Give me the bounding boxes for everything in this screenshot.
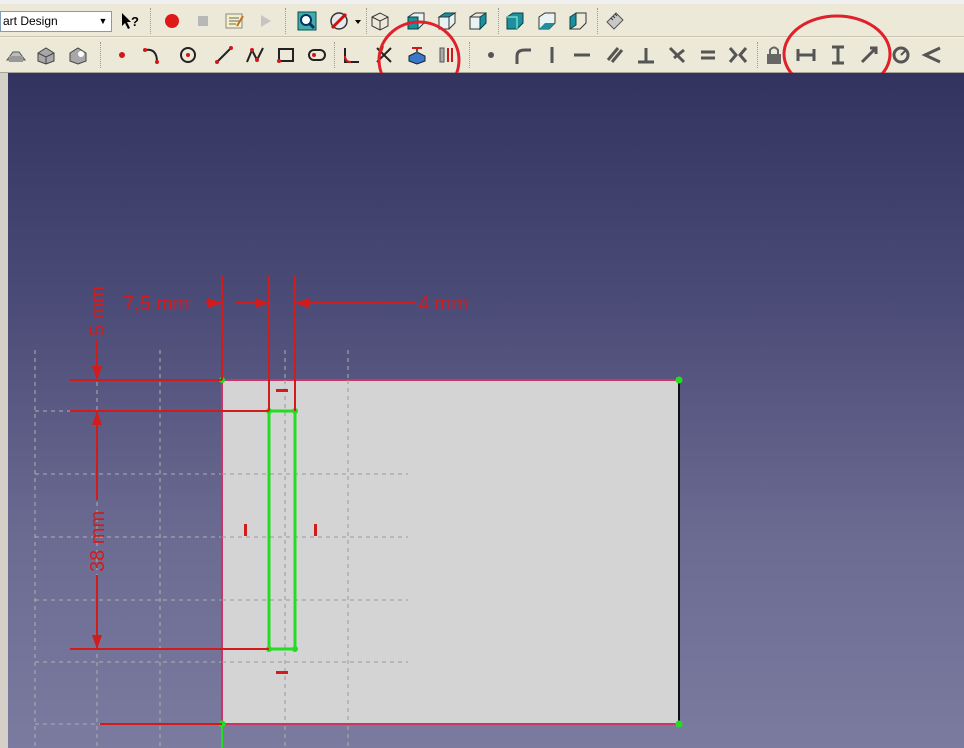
lock-icon[interactable] xyxy=(762,43,786,67)
coincident-icon[interactable] xyxy=(479,43,503,67)
perpendicular-icon[interactable] xyxy=(634,43,658,67)
toolbar-sketcher xyxy=(0,38,964,73)
toolbar-separator xyxy=(285,8,288,34)
measure-icon[interactable] xyxy=(603,9,627,33)
view-front-icon[interactable] xyxy=(404,9,428,33)
symmetric-icon[interactable] xyxy=(726,43,750,67)
toolbar-separator xyxy=(469,42,472,68)
vertical-icon[interactable] xyxy=(540,43,564,67)
circle-icon[interactable] xyxy=(176,43,200,67)
record-macro-icon[interactable] xyxy=(160,9,184,33)
toolbar-separator xyxy=(334,42,337,68)
trim-icon[interactable] xyxy=(372,43,396,67)
toolbar-separator xyxy=(757,42,760,68)
toolbar-separator xyxy=(498,8,501,34)
point-on-object-icon[interactable] xyxy=(510,43,534,67)
workbench-selector-value: art Design xyxy=(3,14,58,28)
arc-icon[interactable] xyxy=(140,43,164,67)
3d-viewport[interactable]: 7,5 mm 4 mm 5 mm 38 mm xyxy=(8,73,964,748)
dim-offset-y[interactable]: 5 mm xyxy=(87,286,109,336)
horizontal-distance-icon[interactable] xyxy=(794,43,818,67)
dim-slot-width[interactable]: 4 mm xyxy=(418,293,468,315)
edit-macro-icon[interactable] xyxy=(222,9,246,33)
external-geometry-icon[interactable] xyxy=(405,43,429,67)
angle-icon[interactable] xyxy=(920,43,944,67)
create-sketch-icon[interactable] xyxy=(4,43,28,67)
chevron-down-icon[interactable] xyxy=(353,9,363,33)
equal-icon[interactable] xyxy=(696,43,720,67)
carbon-copy-icon[interactable] xyxy=(435,43,459,67)
toolbar-separator xyxy=(100,42,103,68)
run-macro-icon[interactable] xyxy=(253,9,277,33)
map-sketch-icon[interactable] xyxy=(34,43,58,67)
fillet-icon[interactable] xyxy=(340,43,364,67)
slot-icon[interactable] xyxy=(305,43,329,67)
line-icon[interactable] xyxy=(212,43,236,67)
whats-this-icon[interactable]: ? xyxy=(118,9,142,33)
toolbar-separator xyxy=(150,8,153,34)
rectangle-icon[interactable] xyxy=(274,43,298,67)
toolbar-macro-view: art Design ▼ ? xyxy=(0,4,964,37)
view-left-icon[interactable] xyxy=(566,9,590,33)
view-bottom-icon[interactable] xyxy=(535,9,559,33)
part-face[interactable] xyxy=(221,379,680,725)
view-axonometric-icon[interactable] xyxy=(368,9,392,33)
draw-style-icon[interactable] xyxy=(327,9,351,33)
workbench-selector[interactable]: art Design ▼ xyxy=(0,11,112,32)
stop-macro-icon[interactable] xyxy=(191,9,215,33)
polyline-icon[interactable] xyxy=(243,43,267,67)
view-sketch-icon[interactable] xyxy=(66,43,90,67)
toolbar-separator xyxy=(597,8,600,34)
vertical-distance-icon[interactable] xyxy=(826,43,850,67)
tangent-icon[interactable] xyxy=(665,43,689,67)
horizontal-icon[interactable] xyxy=(570,43,594,67)
dim-slot-height[interactable]: 38 mm xyxy=(87,511,109,572)
view-right-icon[interactable] xyxy=(466,9,490,33)
radius-icon[interactable] xyxy=(889,43,913,67)
sketch-canvas[interactable]: 7,5 mm 4 mm 5 mm 38 mm xyxy=(8,73,964,748)
dim-offset-x[interactable]: 7,5 mm xyxy=(123,293,190,315)
svg-text:?: ? xyxy=(131,14,139,29)
view-top-icon[interactable] xyxy=(435,9,459,33)
length-icon[interactable] xyxy=(857,43,881,67)
view-rear-icon[interactable] xyxy=(503,9,527,33)
fit-all-icon[interactable] xyxy=(295,9,319,33)
chevron-down-icon[interactable]: ▼ xyxy=(95,12,111,31)
point-icon[interactable] xyxy=(110,43,134,67)
parallel-icon[interactable] xyxy=(603,43,627,67)
